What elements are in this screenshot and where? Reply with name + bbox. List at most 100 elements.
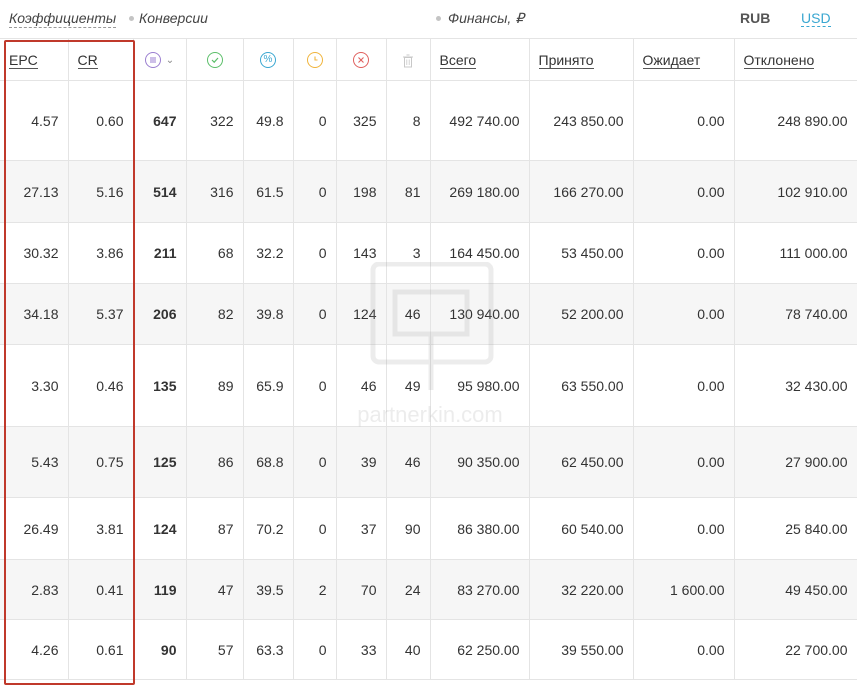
cell-accepted: 52 200.00 [529,283,634,345]
table-row: 4.57 0.60 647 322 49.8 0 325 8 492 740.00 243 850… [0,80,857,161]
cell-hold: 0 [293,222,337,284]
cell-declined: 111 000.00 [734,222,857,284]
cell-epc: 27.13 [0,160,69,223]
currency-rub[interactable]: RUB [740,10,770,26]
cell-rejected[interactable]: 33 [336,619,387,680]
cell-total: 492 740.00 [430,80,530,161]
col-cr-label: CR [77,51,98,69]
group-coefficients-label: Коэффициенты [9,10,117,28]
cell-percent: 32.2 [243,222,294,284]
cell-rejected[interactable]: 124 [336,283,387,345]
col-accepted[interactable]: Принято [529,38,634,81]
cell-approved[interactable]: 322 [186,80,244,161]
col-percent[interactable]: % [243,38,294,81]
cell-approved[interactable]: 87 [186,497,244,560]
col-cr[interactable]: CR [68,38,134,81]
cell-accepted: 60 540.00 [529,497,634,560]
cell-all[interactable]: 514 [133,160,187,223]
cell-approved[interactable]: 82 [186,283,244,345]
col-epc[interactable]: EPC [0,38,69,81]
cell-percent: 49.8 [243,80,294,161]
table-row: 5.43 0.75 125 86 68.8 0 39 46 90 350.00 62 450.00… [0,426,857,498]
cell-all[interactable]: 119 [133,559,187,620]
cell-deleted: 40 [386,619,431,680]
cell-epc: 34.18 [0,283,69,345]
col-all-conversions[interactable]: ⌄ [133,38,187,81]
cell-declined: 78 740.00 [734,283,857,345]
cell-cr: 3.86 [68,222,134,284]
cell-approved[interactable]: 316 [186,160,244,223]
table-row: 3.30 0.46 135 89 65.9 0 46 49 95 980.00 63 550.00… [0,344,857,427]
cell-all[interactable]: 211 [133,222,187,284]
cell-total: 130 940.00 [430,283,530,345]
cell-approved[interactable]: 68 [186,222,244,284]
cell-epc: 4.57 [0,80,69,161]
cell-approved[interactable]: 89 [186,344,244,427]
cell-percent: 65.9 [243,344,294,427]
col-rejected-sum[interactable]: Отклонено [734,38,857,81]
col-hold[interactable] [293,38,337,81]
cell-all[interactable]: 125 [133,426,187,498]
check-circle-icon [206,52,223,69]
cell-cr: 0.60 [68,80,134,161]
cell-accepted: 243 850.00 [529,80,634,161]
cell-declined: 49 450.00 [734,559,857,620]
cell-accepted: 32 220.00 [529,559,634,620]
cell-hold: 0 [293,283,337,345]
col-accepted-label: Принято [538,51,594,69]
cell-percent: 39.5 [243,559,294,620]
cell-accepted: 166 270.00 [529,160,634,223]
col-rejected[interactable] [336,38,387,81]
cell-hold[interactable]: 2 [293,559,337,620]
cell-approved[interactable]: 47 [186,559,244,620]
cell-total: 95 980.00 [430,344,530,427]
cell-declined: 25 840.00 [734,497,857,560]
cell-cr: 0.41 [68,559,134,620]
group-coefficients[interactable]: Коэффициенты [9,10,117,28]
cell-percent: 70.2 [243,497,294,560]
cell-cr: 3.81 [68,497,134,560]
cell-all[interactable]: 124 [133,497,187,560]
col-approved[interactable] [186,38,244,81]
cell-rejected[interactable]: 46 [336,344,387,427]
cell-all[interactable]: 90 [133,619,187,680]
cell-all[interactable]: 647 [133,80,187,161]
currency-usd[interactable]: USD [801,10,831,27]
cell-approved[interactable]: 57 [186,619,244,680]
table-row: 2.83 0.41 119 47 39.5 2 70 24 83 270.00 32 220.00… [0,559,857,620]
cell-hold: 0 [293,619,337,680]
cell-deleted: 3 [386,222,431,284]
cell-hold: 0 [293,344,337,427]
cell-epc: 4.26 [0,619,69,680]
cell-declined: 32 430.00 [734,344,857,427]
cell-declined: 27 900.00 [734,426,857,498]
cell-deleted: 46 [386,283,431,345]
cell-pending: 0.00 [633,619,735,680]
group-conversions: Конверсии [139,10,208,26]
cell-approved[interactable]: 86 [186,426,244,498]
cell-cr: 5.37 [68,283,134,345]
table-row: 26.49 3.81 124 87 70.2 0 37 90 86 380.00 60 540.0… [0,497,857,560]
cell-percent: 63.3 [243,619,294,680]
cell-rejected[interactable]: 37 [336,497,387,560]
cell-rejected[interactable]: 198 [336,160,387,223]
col-pending[interactable]: Ожидает [633,38,735,81]
cell-deleted: 49 [386,344,431,427]
col-total[interactable]: Всего [430,38,530,81]
cell-epc: 30.32 [0,222,69,284]
col-deleted[interactable] [386,38,431,81]
cell-hold: 0 [293,497,337,560]
cell-rejected[interactable]: 325 [336,80,387,161]
cell-all[interactable]: 135 [133,344,187,427]
chevron-down-icon[interactable]: ⌄ [166,55,174,66]
table-row: 27.13 5.16 514 316 61.5 0 198 81 269 180.00 166 2… [0,160,857,223]
cell-rejected[interactable]: 70 [336,559,387,620]
cell-epc: 2.83 [0,559,69,620]
cell-all[interactable]: 206 [133,283,187,345]
cell-total: 62 250.00 [430,619,530,680]
cell-total: 83 270.00 [430,559,530,620]
cell-pending: 0.00 [633,283,735,345]
cell-pending: 1 600.00 [633,559,735,620]
cell-rejected[interactable]: 143 [336,222,387,284]
cell-rejected[interactable]: 39 [336,426,387,498]
